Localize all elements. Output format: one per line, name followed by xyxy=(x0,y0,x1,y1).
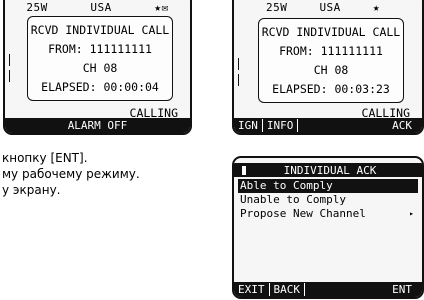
menu-item-able-to-comply[interactable]: Able to Comply xyxy=(238,179,418,193)
call-type-text: RCVD INDIVIDUAL CALL xyxy=(30,23,170,38)
instruction-line: у экрану. xyxy=(2,183,61,197)
side-tick-mark xyxy=(234,58,239,70)
side-tick-mark xyxy=(5,70,10,82)
power-indicator: 25W xyxy=(266,0,288,14)
call-info-box: RCVD INDIVIDUAL CALL FROM: 111111111 CH … xyxy=(27,16,173,101)
region-indicator: USA xyxy=(319,0,341,14)
status-bar: 25W USA ★✉ xyxy=(5,0,190,14)
softkey-bar: IGN INFO ACK xyxy=(234,118,422,133)
instruction-line: му рабочему режиму. xyxy=(2,167,140,181)
menu-item-unable-to-comply[interactable]: Unable to Comply xyxy=(238,193,418,207)
softkey-bar: ALARM OFF xyxy=(5,118,190,133)
call-info-box: RCVD INDIVIDUAL CALL FROM: 111111111 CH … xyxy=(258,18,404,103)
ignore-softkey[interactable]: IGN xyxy=(234,119,263,132)
status-icons: ★✉ xyxy=(154,1,168,14)
side-tick-mark xyxy=(234,74,239,86)
lcd-screen-rcvd-call-options: 25W USA ★ RCVD INDIVIDUAL CALL FROM: 111… xyxy=(232,0,424,135)
menu-item-propose-new-channel[interactable]: Propose New Channel ▸ xyxy=(238,207,418,221)
instruction-line: кнопку [ENT]. xyxy=(2,151,88,165)
instruction-text: кнопку [ENT]. му рабочему режиму. у экра… xyxy=(2,150,230,198)
back-softkey[interactable]: BACK xyxy=(270,283,305,296)
caller-id-text: FROM: 111111111 xyxy=(279,44,383,59)
menu-title: INDIVIDUAL ACK xyxy=(283,163,377,177)
elapsed-time-text: ELAPSED: 00:00:04 xyxy=(41,79,159,94)
channel-text: CH 08 xyxy=(313,62,349,77)
submenu-arrow-icon: ▸ xyxy=(409,209,414,218)
info-softkey[interactable]: INFO xyxy=(263,119,299,132)
lcd-screen-individual-ack: INDIVIDUAL ACK Able to Comply Unable to … xyxy=(232,156,424,299)
side-tick-mark xyxy=(5,54,10,66)
lcd-screen-rcvd-call-alarm: 25W USA ★✉ RCVD INDIVIDUAL CALL FROM: 11… xyxy=(3,0,192,135)
caller-id-text: FROM: 111111111 xyxy=(48,42,152,57)
menu-indicator-icon xyxy=(242,165,246,175)
ack-menu-list: Able to Comply Unable to Comply Propose … xyxy=(238,179,418,221)
elapsed-time-text: ELAPSED: 00:03:23 xyxy=(272,81,390,96)
mail-icon: ✉ xyxy=(161,0,169,14)
star-icon: ★ xyxy=(154,0,162,14)
exit-softkey[interactable]: EXIT xyxy=(234,283,270,296)
region-indicator: USA xyxy=(90,0,112,14)
ent-softkey[interactable]: ENT xyxy=(388,283,422,296)
star-icon: ★ xyxy=(372,0,380,14)
power-indicator: 25W xyxy=(26,0,48,14)
menu-item-label: Propose New Channel xyxy=(240,207,366,220)
channel-text: CH 08 xyxy=(82,60,118,75)
status-bar: 25W USA ★ xyxy=(234,0,422,14)
call-type-text: RCVD INDIVIDUAL CALL xyxy=(261,25,401,40)
alarm-off-softkey[interactable]: ALARM OFF xyxy=(64,119,132,132)
softkey-bar: EXIT BACK ENT xyxy=(234,282,422,297)
menu-title-bar: INDIVIDUAL ACK xyxy=(234,163,422,177)
ack-softkey[interactable]: ACK xyxy=(388,119,422,132)
